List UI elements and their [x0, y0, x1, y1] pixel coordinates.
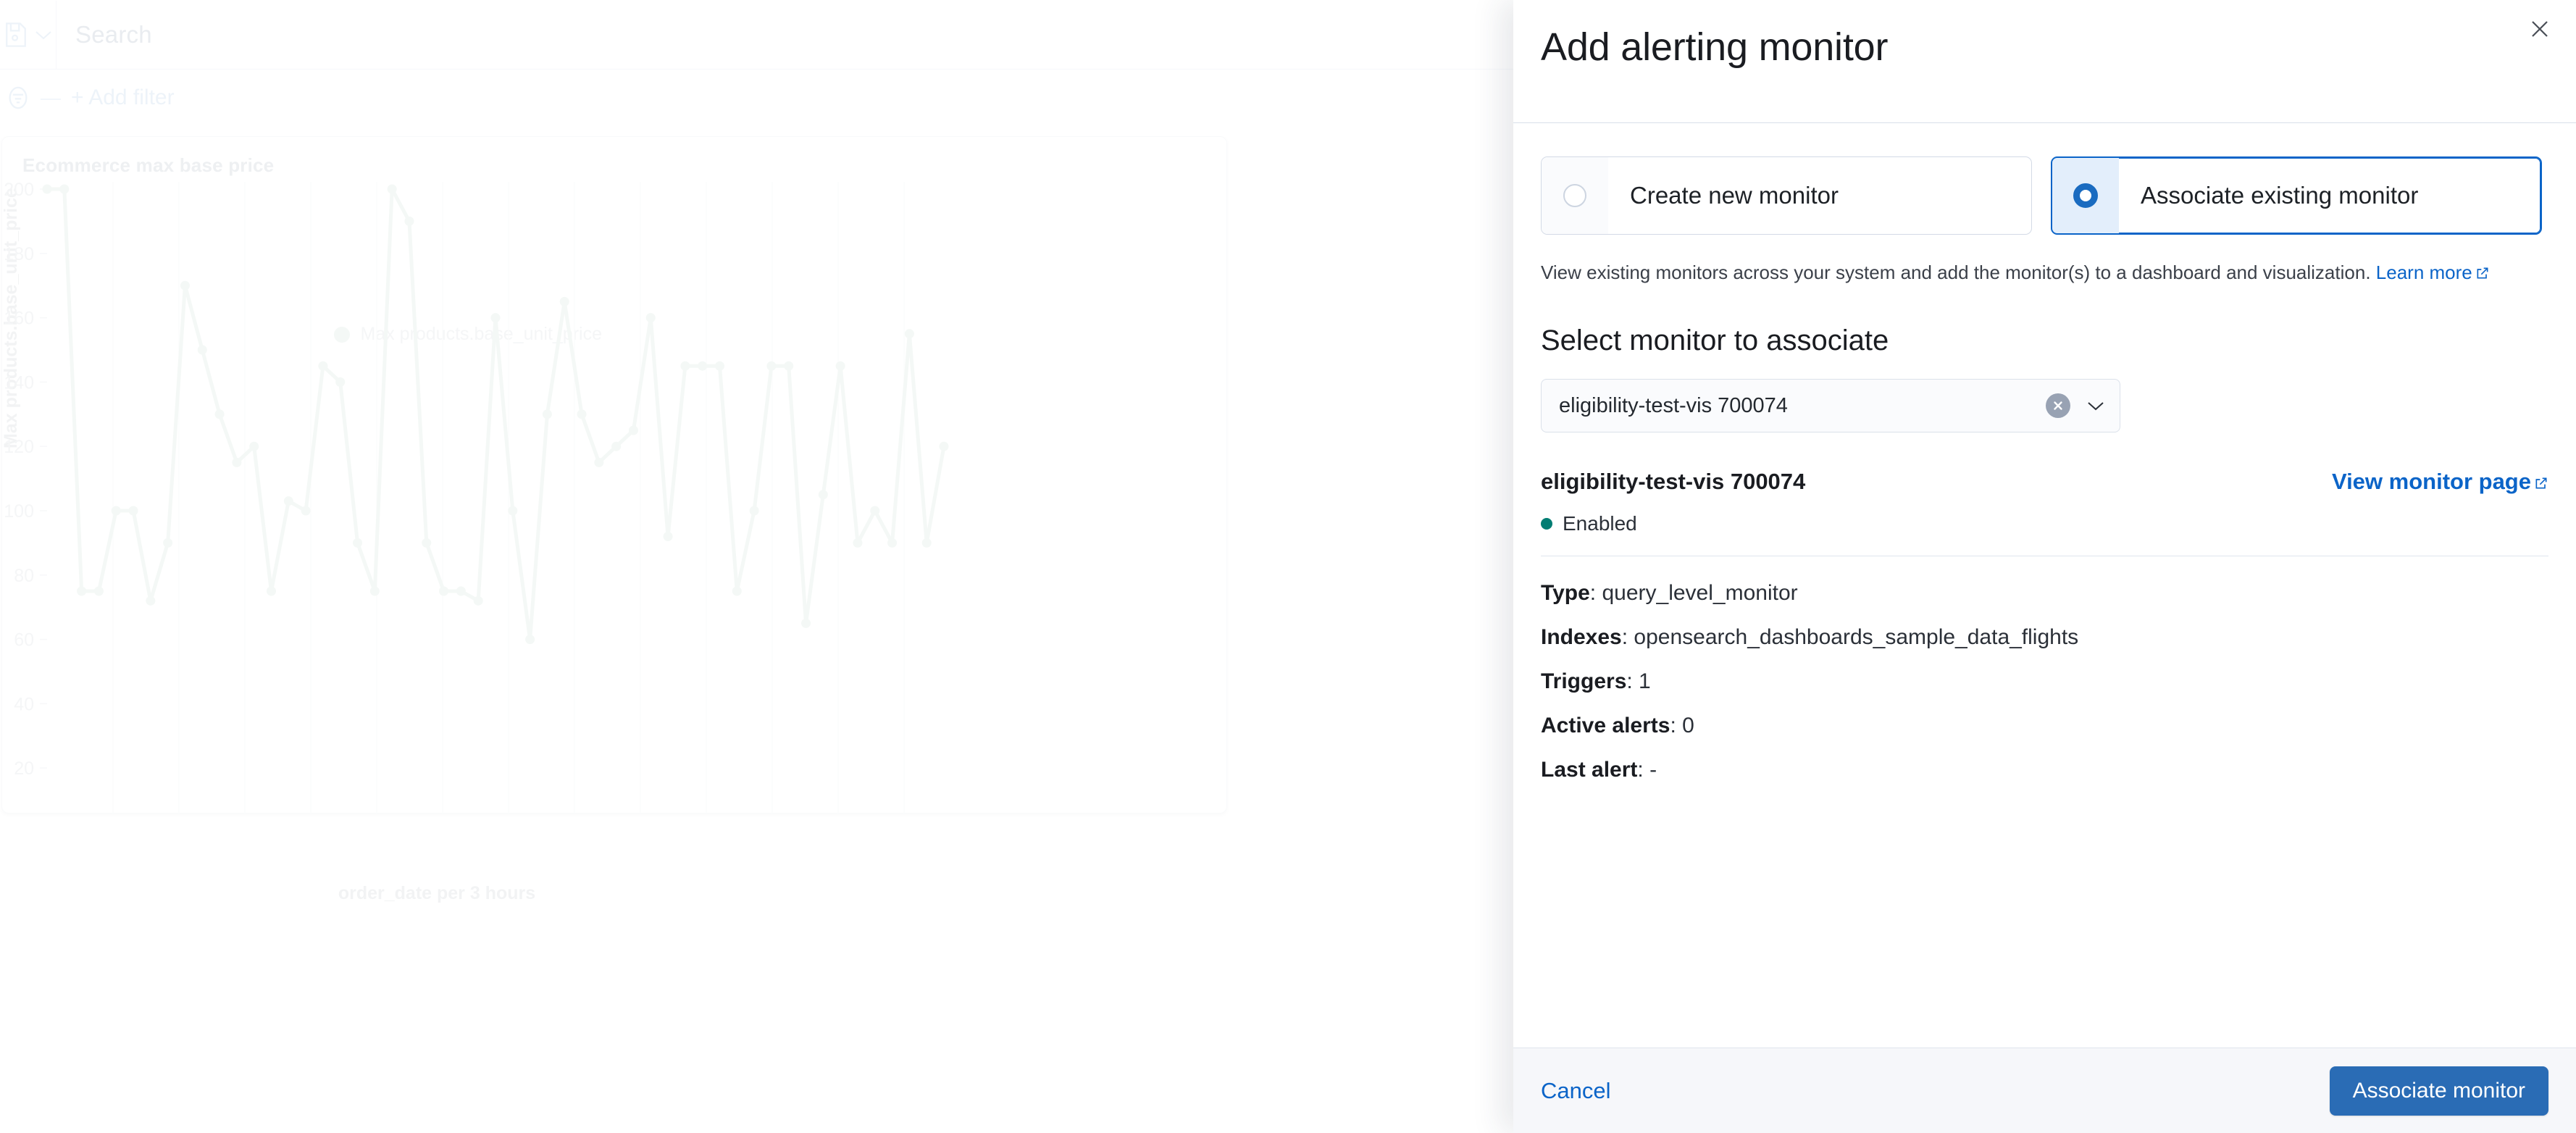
dashboard-background: Search — + Add filter Ecommerce max base…	[0, 0, 1514, 1133]
detail-value: 1	[1639, 669, 1651, 694]
add-filter-button[interactable]: + Add filter	[71, 85, 175, 110]
svg-text:160: 160	[4, 309, 34, 329]
monitor-mode-radio-group: Create new monitor Associate existing mo…	[1541, 156, 2548, 235]
line-chart: 02040608010012014016018020012 PMSat 0812…	[4, 180, 949, 814]
svg-text:200: 200	[4, 180, 34, 200]
detail-row-type: Type: query_level_monitor	[1541, 581, 2548, 606]
detail-row-last-alert: Last alert: -	[1541, 758, 2548, 782]
detail-colon: :	[1637, 758, 1650, 782]
filter-bar: — + Add filter	[0, 70, 1514, 126]
status-label: Enabled	[1563, 512, 1637, 535]
radio-slot	[2052, 158, 2119, 233]
svg-text:120: 120	[4, 437, 34, 457]
radio-slot	[1542, 157, 1608, 234]
add-alerting-monitor-flyout: Add alerting monitor Create new monitor	[1513, 0, 2576, 1133]
close-icon[interactable]	[2519, 9, 2560, 49]
status-dot-icon	[1541, 518, 1552, 530]
monitor-status: Enabled	[1541, 512, 2548, 535]
detail-row-triggers: Triggers: 1	[1541, 669, 2548, 694]
detail-value: query_level_monitor	[1602, 581, 1798, 606]
monitor-select-combobox[interactable]: eligibility-test-vis 700074	[1541, 379, 2120, 433]
radio-label-create-new: Create new monitor	[1630, 182, 1839, 209]
filter-divider: —	[41, 86, 61, 109]
detail-colon: :	[1589, 581, 1602, 606]
external-link-icon	[2534, 470, 2548, 496]
monitor-detail-list: Type: query_level_monitor Indexes: opens…	[1541, 581, 2548, 782]
detail-colon: :	[1626, 669, 1639, 694]
top-query-bar: Search	[0, 0, 1514, 70]
select-monitor-section-label: Select monitor to associate	[1541, 325, 1889, 357]
detail-colon: :	[1670, 714, 1683, 738]
detail-key: Active alerts	[1541, 714, 1670, 738]
dataset-selector-button[interactable]	[0, 0, 57, 69]
svg-text:140: 140	[4, 372, 34, 393]
cancel-button[interactable]: Cancel	[1541, 1078, 1611, 1104]
svg-text:60: 60	[14, 630, 34, 651]
radio-card-create-new-monitor[interactable]: Create new monitor	[1541, 156, 2032, 235]
detail-key: Indexes	[1541, 625, 1622, 650]
filter-icon[interactable]	[6, 84, 30, 112]
detail-value: 0	[1682, 714, 1694, 738]
x-axis-label: order_date per 3 hours	[338, 883, 536, 903]
detail-colon: :	[1621, 625, 1634, 650]
svg-text:80: 80	[14, 566, 34, 586]
svg-text:20: 20	[14, 758, 34, 779]
radio-button-create-new[interactable]	[1563, 184, 1586, 207]
search-placeholder: Search	[75, 20, 152, 48]
external-link-icon	[2475, 261, 2490, 287]
svg-text:180: 180	[4, 244, 34, 264]
chevron-down-icon[interactable]	[2083, 393, 2108, 418]
svg-text:40: 40	[14, 694, 34, 714]
svg-text:100: 100	[4, 501, 34, 522]
learn-more-label: Learn more	[2375, 262, 2472, 283]
learn-more-link[interactable]: Learn more	[2376, 262, 2490, 283]
flyout-footer: Cancel Associate monitor	[1513, 1048, 2576, 1133]
chevron-down-icon	[34, 29, 53, 41]
save-dataset-icon	[4, 21, 28, 49]
clear-circle-icon[interactable]	[2046, 393, 2070, 419]
visualization-panel: Ecommerce max base price Max products.ba…	[1, 136, 1227, 903]
view-monitor-page-link[interactable]: View monitor page	[2332, 469, 2548, 496]
detail-key: Last alert	[1541, 758, 1638, 782]
detail-row-indexes: Indexes: opensearch_dashboards_sample_da…	[1541, 625, 2548, 650]
detail-value: -	[1649, 758, 1657, 782]
monitor-name: eligibility-test-vis 700074	[1541, 469, 1806, 495]
helper-text-body: View existing monitors across your syste…	[1541, 262, 2371, 283]
radio-card-associate-existing-monitor[interactable]: Associate existing monitor	[2051, 156, 2542, 235]
combobox-value: eligibility-test-vis 700074	[1559, 393, 1788, 417]
app-root: Search — + Add filter Ecommerce max base…	[0, 0, 2576, 1133]
associate-monitor-button[interactable]: Associate monitor	[2329, 1066, 2548, 1116]
detail-key: Type	[1541, 581, 1590, 606]
page-title: Add alerting monitor	[1541, 25, 1889, 69]
radio-button-associate-existing[interactable]	[2073, 183, 2098, 208]
detail-value: opensearch_dashboards_sample_data_flight…	[1634, 625, 2079, 650]
flyout-header: Add alerting monitor	[1513, 0, 2576, 123]
radio-label-associate-existing: Associate existing monitor	[2141, 182, 2419, 209]
detail-row-active-alerts: Active alerts: 0	[1541, 714, 2548, 738]
helper-text: View existing monitors across your syste…	[1541, 259, 2548, 287]
monitor-summary-header: eligibility-test-vis 700074 View monitor…	[1541, 469, 2548, 496]
flyout-body: Create new monitor Associate existing mo…	[1513, 123, 2576, 1048]
search-input[interactable]: Search	[57, 1, 1514, 69]
detail-key: Triggers	[1541, 669, 1627, 694]
view-monitor-page-label: View monitor page	[2331, 469, 2531, 495]
